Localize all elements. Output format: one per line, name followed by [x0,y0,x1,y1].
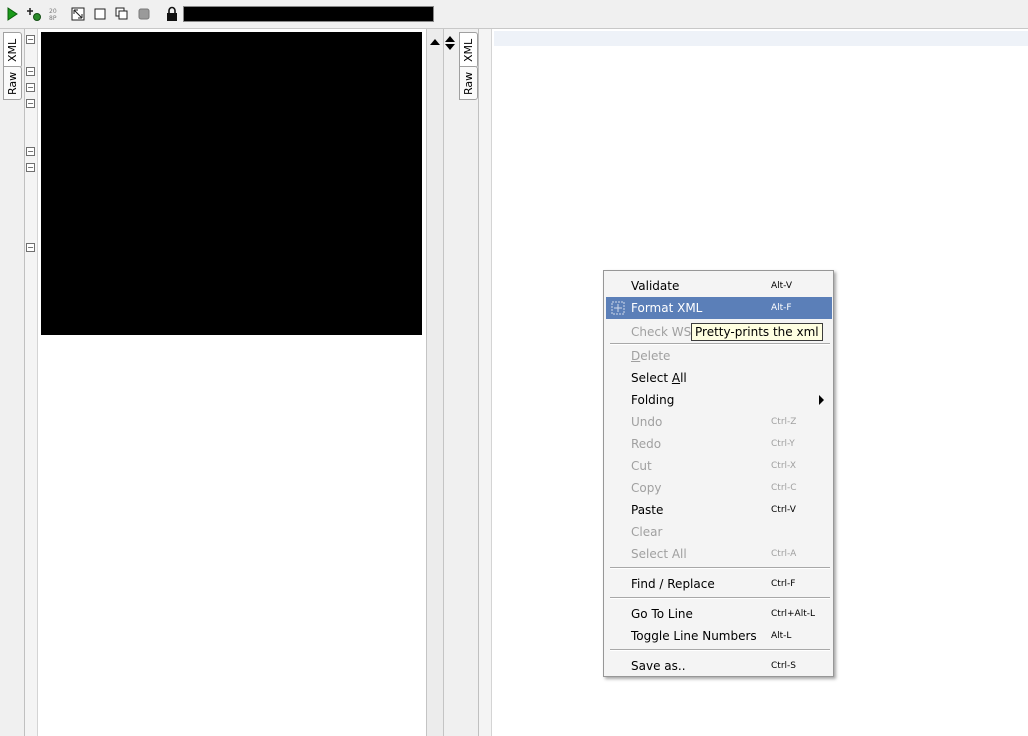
fold-toggle-icon[interactable]: − [26,83,35,92]
lock-icon[interactable] [163,5,181,23]
fold-toggle-icon[interactable]: − [26,243,35,252]
stop-icon[interactable] [135,5,153,23]
svg-text:20: 20 [49,8,57,15]
menu-item-validate[interactable]: Validate Alt-V [606,275,832,297]
fold-toggle-icon[interactable]: − [26,99,35,108]
menu-item-toggle-line-numbers[interactable]: Toggle Line Numbers Alt-L [606,625,832,647]
menu-item-undo: Undo Ctrl-Z [631,415,797,429]
cascade-icon[interactable] [113,5,131,23]
menu-item-cut: Cut Ctrl-X [631,459,796,473]
menu-item-paste[interactable]: Paste Ctrl-V [606,499,832,521]
left-tab-xml[interactable]: XML [3,32,22,68]
fold-toggle-icon[interactable]: − [26,35,35,44]
left-vertical-scrollbar[interactable] [426,29,443,736]
maximize-icon[interactable] [91,5,109,23]
menu-item-redo: Redo Ctrl-Y [631,437,795,451]
current-line-highlight [494,31,1028,46]
menu-item-copy: Copy Ctrl-C [631,481,797,495]
menu-item-go-to-line[interactable]: Go To Line Ctrl+Alt-L [606,603,832,625]
format-xml-icon [610,300,626,319]
scroll-up-icon[interactable] [430,34,440,48]
zoom-icon[interactable]: 20 8P [47,5,65,23]
endpoint-url-field[interactable] [183,6,434,22]
menu-item-clear: Clear [631,525,663,539]
editor-splitter[interactable] [443,29,457,736]
right-editor-gutter [479,29,492,736]
collapse-right-icon[interactable] [445,39,455,53]
menu-separator [610,649,830,651]
menu-separator [610,597,830,599]
fold-toggle-icon[interactable]: − [26,67,35,76]
menu-item-folding[interactable]: Folding [606,389,832,411]
left-editor-gutter: − − − − − − − [25,29,38,736]
svg-text:8P: 8P [49,15,57,22]
add-icon[interactable] [25,5,43,23]
menu-item-select-all-disabled: Select All Ctrl-A [631,547,797,561]
fold-toggle-icon[interactable]: − [26,147,35,156]
right-editor-tabs: XML Raw [456,29,479,736]
left-editor-tabs: XML Raw [0,29,25,736]
run-icon[interactable] [3,5,21,23]
fold-toggle-icon[interactable]: − [26,163,35,172]
submenu-arrow-icon [819,395,824,405]
redacted-request-content [41,32,422,335]
menu-item-format-xml[interactable]: Format XML Alt-F [606,297,832,319]
shrink-icon[interactable] [69,5,87,23]
menu-item-select-all[interactable]: Select All [606,367,832,389]
format-xml-tooltip: Pretty-prints the xml [691,323,823,341]
menu-item-find-replace[interactable]: Find / Replace Ctrl-F [606,573,832,595]
menu-item-delete: Delete [631,349,671,363]
left-tab-raw[interactable]: Raw [3,66,22,100]
menu-item-save-as[interactable]: Save as.. Ctrl-S [606,655,832,677]
right-tab-raw[interactable]: Raw [459,66,478,100]
right-tab-xml[interactable]: XML [459,32,478,68]
menu-separator [610,567,830,569]
toolbar: 20 8P [0,0,1028,29]
